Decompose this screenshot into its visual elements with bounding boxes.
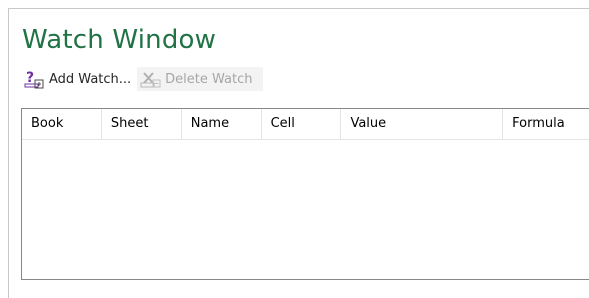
- window-title: Watch Window: [22, 25, 217, 55]
- column-header-row: Book Sheet Name Cell Value Formula: [22, 109, 589, 140]
- add-watch-label: Add Watch...: [49, 71, 132, 87]
- delete-watch-label: Delete Watch: [165, 71, 253, 87]
- column-header-sheet[interactable]: Sheet: [102, 109, 182, 139]
- watch-list[interactable]: Book Sheet Name Cell Value Formula: [21, 108, 589, 280]
- column-header-value[interactable]: Value: [341, 109, 504, 139]
- watch-list-body: [22, 140, 589, 280]
- delete-watch-icon: [140, 69, 162, 89]
- column-header-formula[interactable]: Formula: [503, 109, 589, 139]
- column-header-name[interactable]: Name: [182, 109, 262, 139]
- delete-watch-button[interactable]: Delete Watch: [137, 67, 263, 91]
- add-watch-icon: ?: [24, 69, 46, 89]
- toolbar: ? Add Watch... Delete Watch: [21, 66, 263, 92]
- add-watch-button[interactable]: ? Add Watch...: [21, 67, 133, 91]
- column-header-book[interactable]: Book: [22, 109, 102, 139]
- column-header-cell[interactable]: Cell: [262, 109, 342, 139]
